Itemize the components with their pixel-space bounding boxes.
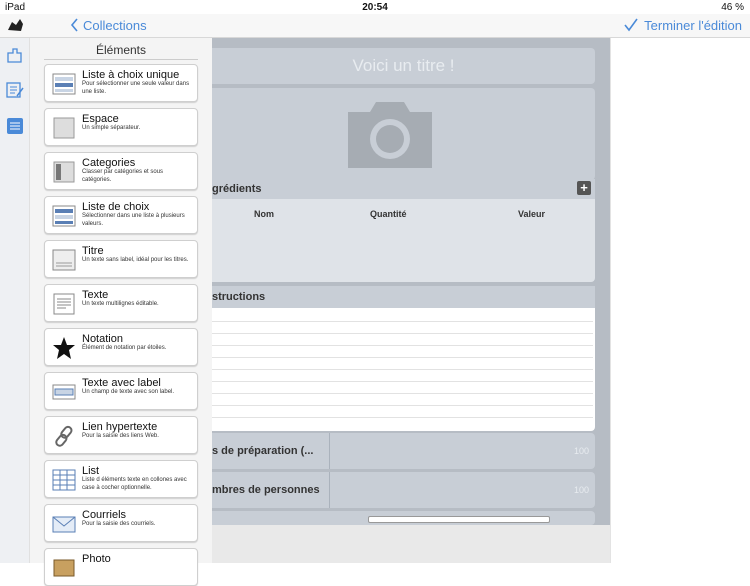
element-desc: Un champ de texte avec son label. [82, 389, 175, 395]
done-button-label: Terminer l'édition [644, 17, 742, 33]
photo-frame-icon [53, 559, 75, 577]
column-header: Quantité [370, 209, 407, 219]
element-desc: Pour sélectionner une seule valeur dans … [82, 81, 190, 95]
add-row-icon[interactable]: + [577, 181, 591, 195]
instructions-section: structions [212, 286, 595, 431]
edit-form-icon[interactable] [5, 80, 25, 100]
element-desc: Un simple séparateur. [82, 125, 141, 131]
choice-list-icon [52, 205, 76, 227]
space-icon [53, 117, 75, 139]
star-icon [53, 337, 75, 359]
battery-level: 46 % [721, 2, 744, 13]
form-editor: Voici un titre ! grédients + Nom Quantit… [212, 38, 610, 525]
element-single-choice[interactable]: Liste à choix unique Pour sélectionner u… [44, 64, 198, 102]
element-title: Courriels [82, 509, 127, 521]
element-title: Photo [82, 553, 111, 565]
grid-list-icon [52, 469, 76, 491]
status-bar: iPad 20:54 46 % [0, 0, 750, 14]
element-desc: Pour la saisie des courriels. [82, 521, 156, 527]
next-field [212, 511, 595, 525]
element-title: Titre [82, 245, 104, 257]
element-desc: Un texte sans label, idéal pour les titr… [82, 257, 189, 263]
servings-label: mbres de personnes [212, 472, 330, 508]
instructions-header: structions [212, 286, 595, 308]
single-choice-list-icon [52, 73, 76, 95]
element-title: Liste de choix [82, 201, 150, 213]
side-toolbar [0, 38, 30, 563]
element-rating[interactable]: Notation Élément de notation par étoiles… [44, 328, 198, 366]
photo-field[interactable] [212, 88, 595, 180]
element-title: Texte avec label [82, 377, 161, 389]
element-title: List [82, 465, 100, 477]
back-button[interactable]: Collections [70, 15, 147, 35]
element-title: Liste à choix unique [82, 69, 180, 81]
element-desc: Liste d éléments texte en collones avec … [82, 477, 187, 491]
slider-track[interactable] [368, 516, 550, 523]
elements-panel: Éléments Liste à choix unique Pour sélec… [30, 38, 212, 586]
title-text-icon [52, 249, 76, 271]
elements-list-icon[interactable] [5, 116, 25, 136]
element-desc: Sélectionner dans une liste à plusieurs … [82, 213, 185, 227]
element-title: Espace [82, 113, 119, 125]
element-emails[interactable]: Courriels Pour la saisie des courriels. [44, 504, 198, 542]
checkmark-icon [624, 18, 638, 32]
back-button-label: Collections [83, 17, 147, 33]
element-text[interactable]: Texte Un texte multilignes éditable. [44, 284, 198, 322]
multiline-text-icon [53, 293, 75, 315]
puzzle-icon[interactable] [5, 45, 25, 65]
right-pane [610, 38, 750, 563]
servings-field[interactable]: mbres de personnes 100 [212, 472, 595, 508]
categories-icon [53, 161, 75, 183]
element-choice-list[interactable]: Liste de choix Sélectionner dans une lis… [44, 196, 198, 234]
element-title: Lien hypertexte [82, 421, 158, 433]
element-title[interactable]: Titre Un texte sans label, idéal pour le… [44, 240, 198, 278]
column-header: Valeur [518, 209, 546, 219]
element-list[interactable]: List Liste d éléments texte en collones … [44, 460, 198, 498]
element-space[interactable]: Espace Un simple séparateur. [44, 108, 198, 146]
servings-value: 100 [573, 485, 589, 495]
envelope-icon [52, 516, 76, 533]
status-time: 20:54 [362, 2, 388, 13]
panel-title: Éléments [44, 38, 198, 60]
element-hyperlink[interactable]: Lien hypertexte Pour la saisie des liens… [44, 416, 198, 454]
element-title: Notation [82, 333, 123, 345]
nav-bar: Collections Terminer l'édition [0, 14, 750, 38]
element-desc: Élément de notation par étoiles. [82, 345, 167, 351]
element-desc: Pour la saisie des liens Web. [82, 433, 159, 439]
ingredients-header: grédients [212, 179, 595, 199]
element-categories[interactable]: Categories Classer par catégories et sou… [44, 152, 198, 190]
chevron-left-icon [70, 18, 78, 32]
prep-time-field[interactable]: s de préparation (... 100 [212, 433, 595, 469]
instructions-textarea[interactable] [212, 310, 593, 429]
element-title: Categories [82, 157, 136, 169]
element-title: Texte [82, 289, 109, 301]
ingredients-section: grédients + Nom Quantité Valeur [212, 179, 595, 282]
element-desc: Un texte multilignes éditable. [82, 301, 159, 307]
labeled-text-field-icon [52, 384, 76, 400]
column-header: Nom [254, 209, 274, 219]
done-button[interactable]: Terminer l'édition [624, 15, 742, 35]
camera-icon [348, 102, 432, 168]
prep-time-label: s de préparation (... [212, 433, 330, 469]
app-logo-icon[interactable] [6, 16, 26, 34]
prep-time-value: 100 [573, 446, 589, 456]
element-desc: Classer par catégories et sous catégorie… [82, 169, 164, 183]
chain-link-icon [55, 425, 73, 447]
title-field[interactable]: Voici un titre ! [212, 48, 595, 84]
element-photo[interactable]: Photo [44, 548, 198, 586]
editor-footer-area [212, 525, 610, 563]
element-text-with-label[interactable]: Texte avec label Un champ de texte avec … [44, 372, 198, 410]
